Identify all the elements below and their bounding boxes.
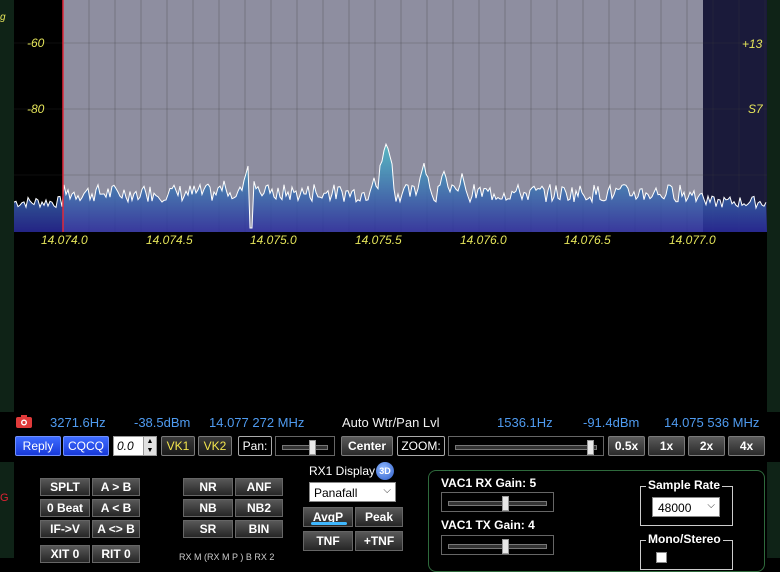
spin-box[interactable]: 0.0 ▲ ▼ — [113, 436, 157, 456]
nr-button[interactable]: NR — [183, 478, 233, 496]
splt-button[interactable]: SPLT — [40, 478, 90, 496]
xit-button[interactable]: XIT 0 — [40, 545, 90, 563]
rit-button[interactable]: RIT 0 — [92, 545, 140, 563]
vac1-tx-gain-slider[interactable] — [441, 535, 554, 555]
cursor-level: -38.5dBm — [134, 415, 191, 430]
bin-button[interactable]: BIN — [235, 520, 283, 538]
zoom-button[interactable]: ZOOM: — [397, 436, 445, 456]
nb-button[interactable]: NB — [183, 499, 233, 517]
panadapter-display[interactable] — [14, 0, 767, 232]
vac1-rx-gain-slider[interactable] — [441, 492, 554, 512]
db-label-left-2: -80 — [27, 102, 45, 116]
peak-button[interactable]: Peak — [355, 507, 403, 527]
pan-slider-thumb[interactable] — [309, 440, 316, 455]
plus-tnf-button[interactable]: +TNF — [355, 531, 403, 551]
xit-value: 0 — [72, 547, 80, 561]
rit-label: RIT — [101, 547, 121, 561]
cursor-offset: 3271.6Hz — [50, 415, 106, 430]
vac1-rx-gain-thumb[interactable] — [502, 496, 509, 511]
xit-label: XIT — [50, 547, 70, 561]
a-swap-b-button[interactable]: A <> B — [92, 520, 140, 538]
if-v-button[interactable]: IF->V — [40, 520, 90, 538]
zero-beat-button[interactable]: 0 Beat — [40, 499, 90, 517]
b-to-a-button[interactable]: A < B — [92, 499, 140, 517]
vac1-tx-gain-label: VAC1 TX Gain: 4 — [441, 518, 535, 532]
db-label-right-2: S7 — [748, 102, 763, 116]
zoom-slider-thumb[interactable] — [587, 440, 594, 455]
db-label-right-1: +13 — [742, 37, 763, 51]
peak-offset: 1536.1Hz — [497, 415, 553, 430]
avgp-active-indicator — [311, 522, 347, 525]
freq-label: 14.074.0 — [41, 233, 88, 247]
sample-rate-select[interactable]: 48000 ⌵ — [652, 497, 720, 517]
vk2-button[interactable]: VK2 — [198, 436, 232, 456]
nb2-button[interactable]: NB2 — [235, 499, 283, 517]
freq-label: 14.075.0 — [250, 233, 297, 247]
vk1-button[interactable]: VK1 — [161, 436, 195, 456]
spin-value[interactable]: 0.0 — [117, 439, 134, 453]
db-label-left-1: -60 — [27, 36, 45, 50]
left-frame-strip — [0, 0, 14, 558]
zoom-05x-button[interactable]: 0.5x — [608, 436, 645, 456]
zoom-1x-button[interactable]: 1x — [648, 436, 685, 456]
a-to-b-button[interactable]: A > B — [92, 478, 140, 496]
cqcq-button[interactable]: CQCQ — [63, 436, 109, 456]
rx-meter-label: RX M (RX M P ) B RX 2 — [179, 552, 275, 562]
spectrum-svg[interactable] — [14, 0, 767, 232]
3d-icon[interactable]: 3D — [376, 462, 394, 480]
right-frame-strip — [767, 0, 780, 558]
anf-button[interactable]: ANF — [235, 478, 283, 496]
sample-rate-value[interactable]: 48000 — [658, 501, 691, 515]
pan-slider[interactable] — [275, 436, 335, 456]
spin-arrows-icon[interactable]: ▲ ▼ — [143, 437, 156, 455]
freq-label: 14.077.0 — [669, 233, 716, 247]
cursor-freq: 14.077 272 MHz — [209, 415, 305, 430]
camera-icon[interactable] — [16, 415, 32, 428]
freq-label: 14.076.0 — [460, 233, 507, 247]
zoom-2x-button[interactable]: 2x — [688, 436, 725, 456]
chevron-down-icon[interactable]: ⌵ — [707, 500, 715, 511]
chevron-down-icon[interactable]: ⌵ — [383, 485, 391, 496]
sr-button[interactable]: SR — [183, 520, 233, 538]
display-mode-select[interactable]: Panafall ⌵ — [309, 482, 396, 502]
sample-rate-label: Sample Rate — [646, 478, 723, 492]
left-edge-label: g — [0, 12, 6, 23]
freq-label: 14.074.5 — [146, 233, 193, 247]
mono-stereo-label: Mono/Stereo — [646, 532, 723, 546]
pan-button[interactable]: Pan: — [238, 436, 272, 456]
freq-label: 14.075.5 — [355, 233, 402, 247]
vac1-tx-gain-thumb[interactable] — [502, 539, 509, 554]
rx1-display-label: RX1 Display — [309, 464, 376, 478]
reply-button[interactable]: Reply — [15, 436, 61, 456]
freq-label: 14.076.5 — [564, 233, 611, 247]
zoom-4x-button[interactable]: 4x — [728, 436, 765, 456]
peak-level: -91.4dBm — [583, 415, 640, 430]
display-mode-text: Auto Wtr/Pan Lvl — [342, 415, 440, 430]
rit-value: 0 — [124, 547, 131, 561]
peak-freq: 14.075 536 MHz — [664, 415, 760, 430]
vac1-rx-gain-label: VAC1 RX Gain: 5 — [441, 476, 537, 490]
left-edge-red-mark: G — [0, 492, 9, 504]
display-mode-value[interactable]: Panafall — [314, 486, 357, 500]
center-button[interactable]: Center — [341, 436, 393, 456]
zoom-slider[interactable] — [448, 436, 604, 456]
tnf-button[interactable]: TNF — [303, 531, 353, 551]
